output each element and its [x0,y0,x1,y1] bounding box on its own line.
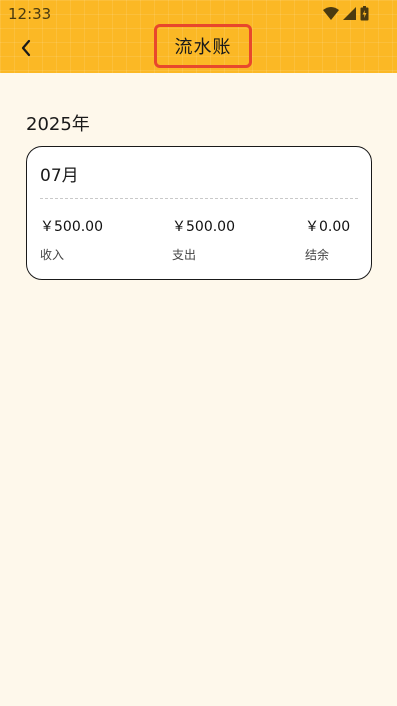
wifi-icon [323,6,339,20]
chevron-left-icon [20,39,32,61]
expense-label: 支出 [172,248,197,262]
month-label: 07月 [40,166,79,186]
signal-icon [343,6,356,20]
expense-amount: ￥500.00 [172,219,235,235]
income-stat: ￥500.00 收入 [40,219,103,262]
back-button[interactable] [12,36,40,64]
page-title: 流水账 [174,37,232,58]
battery-icon [360,5,369,21]
status-icons [323,5,369,21]
app-header: 12:33 流水账 [0,0,397,73]
status-time: 12:33 [8,5,52,23]
balance-amount: ￥0.00 [305,219,351,235]
expense-stat: ￥500.00 支出 [172,219,235,262]
year-label: 2025年 [26,114,90,135]
month-card[interactable]: 07月 ￥500.00 收入 ￥500.00 支出 ￥0.00 结余 [26,146,372,280]
income-label: 收入 [40,248,65,262]
income-amount: ￥500.00 [40,219,103,235]
balance-label: 结余 [305,248,330,262]
title-highlight: 流水账 [154,24,252,68]
divider [40,198,358,199]
balance-stat: ￥0.00 结余 [305,219,350,262]
